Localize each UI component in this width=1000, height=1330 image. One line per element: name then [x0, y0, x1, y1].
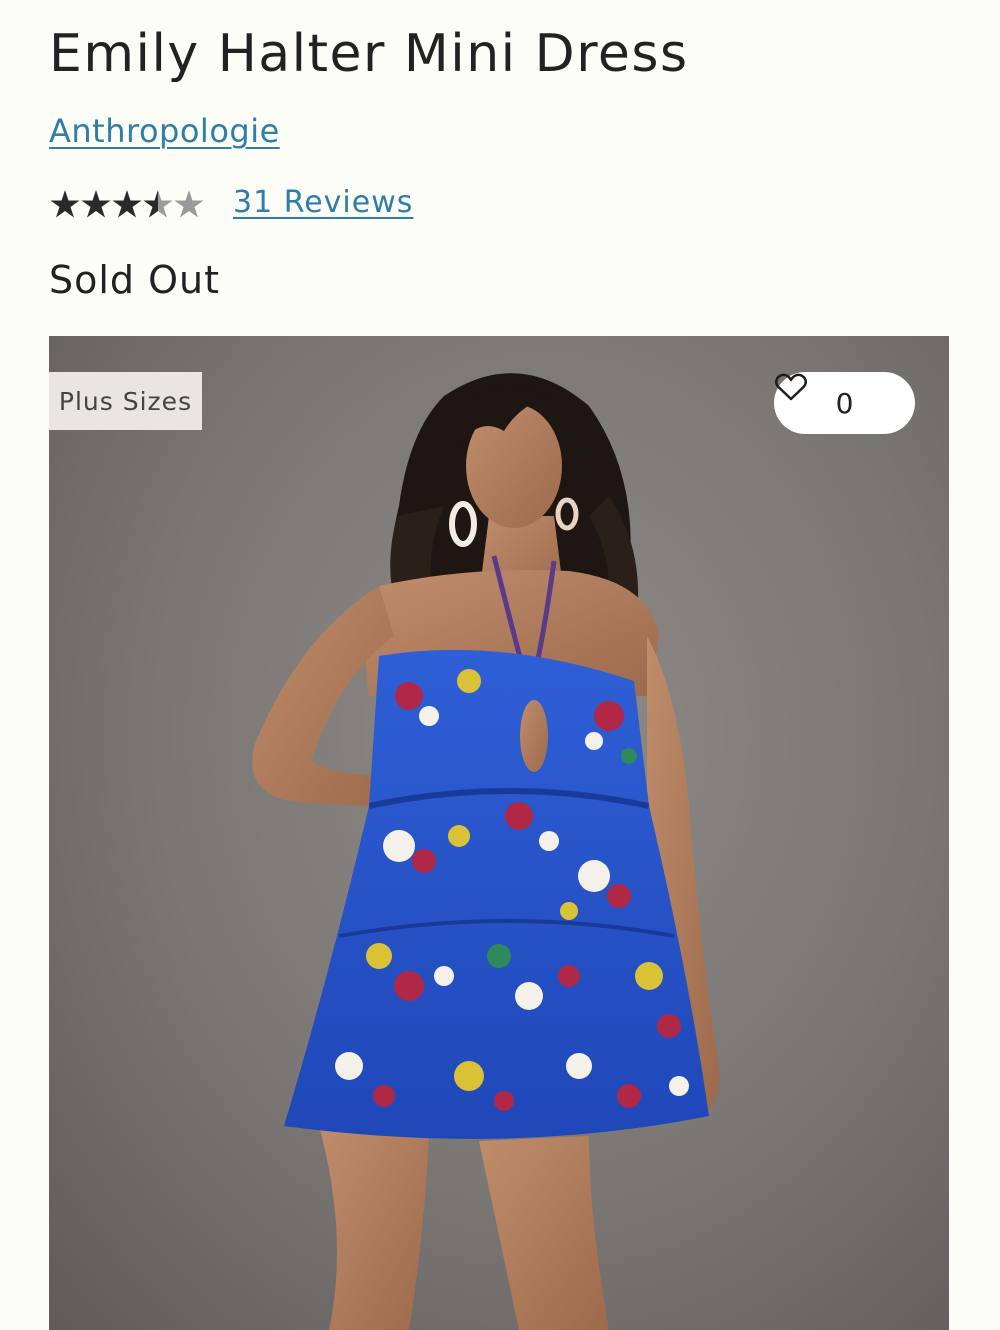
star-rating — [49, 180, 209, 224]
model-photo-illustration — [252, 373, 719, 1330]
star-icon-3 — [112, 190, 142, 218]
rating-row: 31 Reviews — [49, 180, 413, 224]
star-icon-2 — [81, 190, 111, 218]
product-title: Emily Halter Mini Dress — [49, 24, 689, 84]
star-icon-1 — [50, 190, 80, 218]
reviews-link[interactable]: 31 Reviews — [233, 185, 413, 220]
star-rating-icon — [50, 190, 204, 218]
star-icon-4-half — [143, 190, 158, 218]
plus-sizes-badge: Plus Sizes — [49, 372, 202, 430]
favorite-count: 0 — [835, 386, 854, 420]
stock-status: Sold Out — [49, 258, 221, 302]
star-icon-5 — [174, 190, 204, 218]
favorite-button[interactable]: 0 — [774, 372, 915, 434]
heart-outline-icon — [774, 373, 808, 401]
brand-link[interactable]: Anthropologie — [49, 112, 280, 150]
product-image[interactable]: Plus Sizes 0 — [49, 336, 949, 1330]
